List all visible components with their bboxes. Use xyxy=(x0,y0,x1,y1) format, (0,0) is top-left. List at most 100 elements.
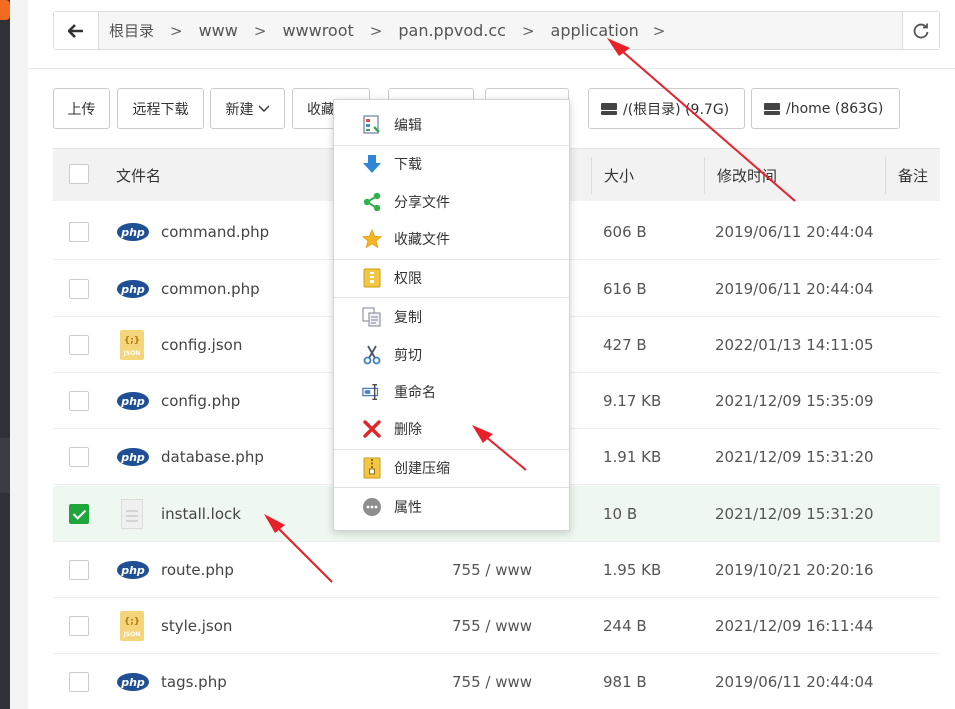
menu-item-rename[interactable]: 重命名 xyxy=(334,373,569,411)
row-checkbox[interactable] xyxy=(69,447,89,467)
row-checkbox[interactable] xyxy=(69,279,89,299)
file-size: 616 B xyxy=(603,280,647,298)
menu-item-share[interactable]: 分享文件 xyxy=(334,183,569,221)
file-size: 606 B xyxy=(603,223,647,241)
menu-item-edit[interactable]: 编辑 xyxy=(334,106,569,144)
file-modified: 2019/06/11 20:44:04 xyxy=(715,280,874,298)
edit-icon xyxy=(362,115,382,135)
file-name[interactable]: route.php xyxy=(161,542,234,598)
refresh-button[interactable] xyxy=(902,12,939,49)
table-row[interactable]: php route.php 755 / www 1.95 KB 2019/10/… xyxy=(53,542,940,598)
menu-item-favorite[interactable]: 收藏文件 xyxy=(334,220,569,258)
delete-icon xyxy=(362,419,382,439)
file-size: 427 B xyxy=(603,336,647,354)
file-permission[interactable]: 755 / www xyxy=(452,598,532,654)
permission-icon xyxy=(362,268,382,288)
disk-home-button[interactable]: /home (863G) xyxy=(751,88,900,129)
table-row[interactable]: php tags.php 755 / www 981 B 2019/06/11 … xyxy=(53,654,940,709)
sidebar-active-item[interactable] xyxy=(0,438,10,493)
file-name[interactable]: install.lock xyxy=(161,486,241,542)
file-name[interactable]: tags.php xyxy=(161,654,227,709)
file-icon xyxy=(121,486,143,542)
row-checkbox-checked[interactable] xyxy=(69,504,89,524)
row-checkbox[interactable] xyxy=(69,335,89,355)
breadcrumb-item-www[interactable]: www xyxy=(199,21,238,40)
menu-item-label: 分享文件 xyxy=(394,195,450,211)
page-gutter xyxy=(10,0,28,709)
chevron-right-icon[interactable]: > xyxy=(653,22,666,40)
table-row[interactable]: {;} JSON style.json 755 / www 244 B 2021/… xyxy=(53,598,940,654)
file-name[interactable]: style.json xyxy=(161,598,232,654)
menu-item-properties[interactable]: 属性 xyxy=(334,488,569,526)
menu-item-permission[interactable]: 权限 xyxy=(334,259,569,297)
chevron-down-icon xyxy=(258,105,269,112)
breadcrumb-item-wwwroot[interactable]: wwwroot xyxy=(282,21,353,40)
json-file-icon: {;} JSON xyxy=(120,317,144,373)
upload-button[interactable]: 上传 xyxy=(53,88,110,129)
select-all-checkbox[interactable] xyxy=(69,164,89,184)
chevron-right-icon: > xyxy=(369,21,383,40)
menu-item-label: 剪切 xyxy=(394,348,422,364)
menu-item-label: 删除 xyxy=(394,422,422,438)
chevron-right-icon: > xyxy=(521,21,535,40)
file-name[interactable]: config.json xyxy=(161,317,242,373)
row-checkbox[interactable] xyxy=(69,222,89,242)
json-file-icon: {;} JSON xyxy=(120,598,144,654)
header-filename[interactable]: 文件名 xyxy=(116,149,161,202)
row-checkbox[interactable] xyxy=(69,391,89,411)
disk-root-button[interactable]: /(根目录) (9.7G) xyxy=(588,88,745,129)
file-size: 1.95 KB xyxy=(603,561,662,579)
share-icon xyxy=(362,192,382,212)
file-modified: 2021/12/09 15:35:09 xyxy=(715,392,874,410)
file-permission[interactable]: 755 / www xyxy=(452,542,532,598)
star-icon xyxy=(362,228,382,249)
menu-item-delete[interactable]: 删除 xyxy=(334,410,569,448)
new-button-label: 新建 xyxy=(225,101,254,118)
menu-item-label: 重命名 xyxy=(394,385,436,401)
file-name[interactable]: command.php xyxy=(161,204,269,260)
menu-item-cut[interactable]: 剪切 xyxy=(334,336,569,374)
file-name[interactable]: database.php xyxy=(161,429,264,485)
header-note[interactable]: 备注 xyxy=(898,149,928,202)
menu-item-compress[interactable]: 创建压缩 xyxy=(334,449,569,487)
breadcrumb-item-site[interactable]: pan.ppvod.cc xyxy=(398,21,506,40)
column-divider xyxy=(704,157,705,194)
path-bar: 根目录 > www > wwwroot > pan.ppvod.cc > app… xyxy=(53,11,940,50)
php-file-icon: php xyxy=(117,373,149,429)
file-size: 244 B xyxy=(603,617,647,635)
php-file-icon: php xyxy=(117,654,149,709)
new-button[interactable]: 新建 xyxy=(210,88,285,129)
row-checkbox[interactable] xyxy=(69,672,89,692)
file-permission[interactable]: 755 / www xyxy=(452,654,532,709)
zip-icon xyxy=(362,457,382,479)
header-modified[interactable]: 修改时间 xyxy=(717,149,777,202)
file-modified: 2019/06/11 20:44:04 xyxy=(715,673,874,691)
menu-item-label: 属性 xyxy=(394,500,422,516)
menu-item-copy[interactable]: 复制 xyxy=(334,298,569,336)
menu-item-label: 收藏文件 xyxy=(394,232,450,248)
menu-item-label: 权限 xyxy=(394,271,422,287)
back-button[interactable] xyxy=(54,12,99,49)
file-modified: 2019/10/21 20:20:16 xyxy=(715,561,874,579)
disk-root-label: /(根目录) (9.7G) xyxy=(623,101,730,118)
disk-home-label: /home (863G) xyxy=(786,100,884,117)
remote-download-button[interactable]: 远程下载 xyxy=(117,88,204,129)
row-checkbox[interactable] xyxy=(69,560,89,580)
hard-drive-icon xyxy=(764,102,780,115)
header-size[interactable]: 大小 xyxy=(604,149,634,202)
row-checkbox[interactable] xyxy=(69,616,89,636)
column-divider xyxy=(591,157,592,194)
file-name[interactable]: config.php xyxy=(161,373,240,429)
hard-drive-icon xyxy=(601,102,617,115)
file-modified: 2019/06/11 20:44:04 xyxy=(715,223,874,241)
left-sidebar xyxy=(0,0,10,709)
menu-item-download[interactable]: 下载 xyxy=(334,145,569,183)
rename-icon xyxy=(362,382,382,402)
php-file-icon: php xyxy=(117,204,149,260)
breadcrumb-item-application[interactable]: application xyxy=(551,21,639,40)
menu-item-label: 编辑 xyxy=(394,118,422,134)
chevron-right-icon: > xyxy=(170,21,183,40)
breadcrumb-item-root[interactable]: 根目录 xyxy=(109,20,154,41)
file-name[interactable]: common.php xyxy=(161,261,260,317)
sidebar-logo-edge xyxy=(0,0,10,20)
